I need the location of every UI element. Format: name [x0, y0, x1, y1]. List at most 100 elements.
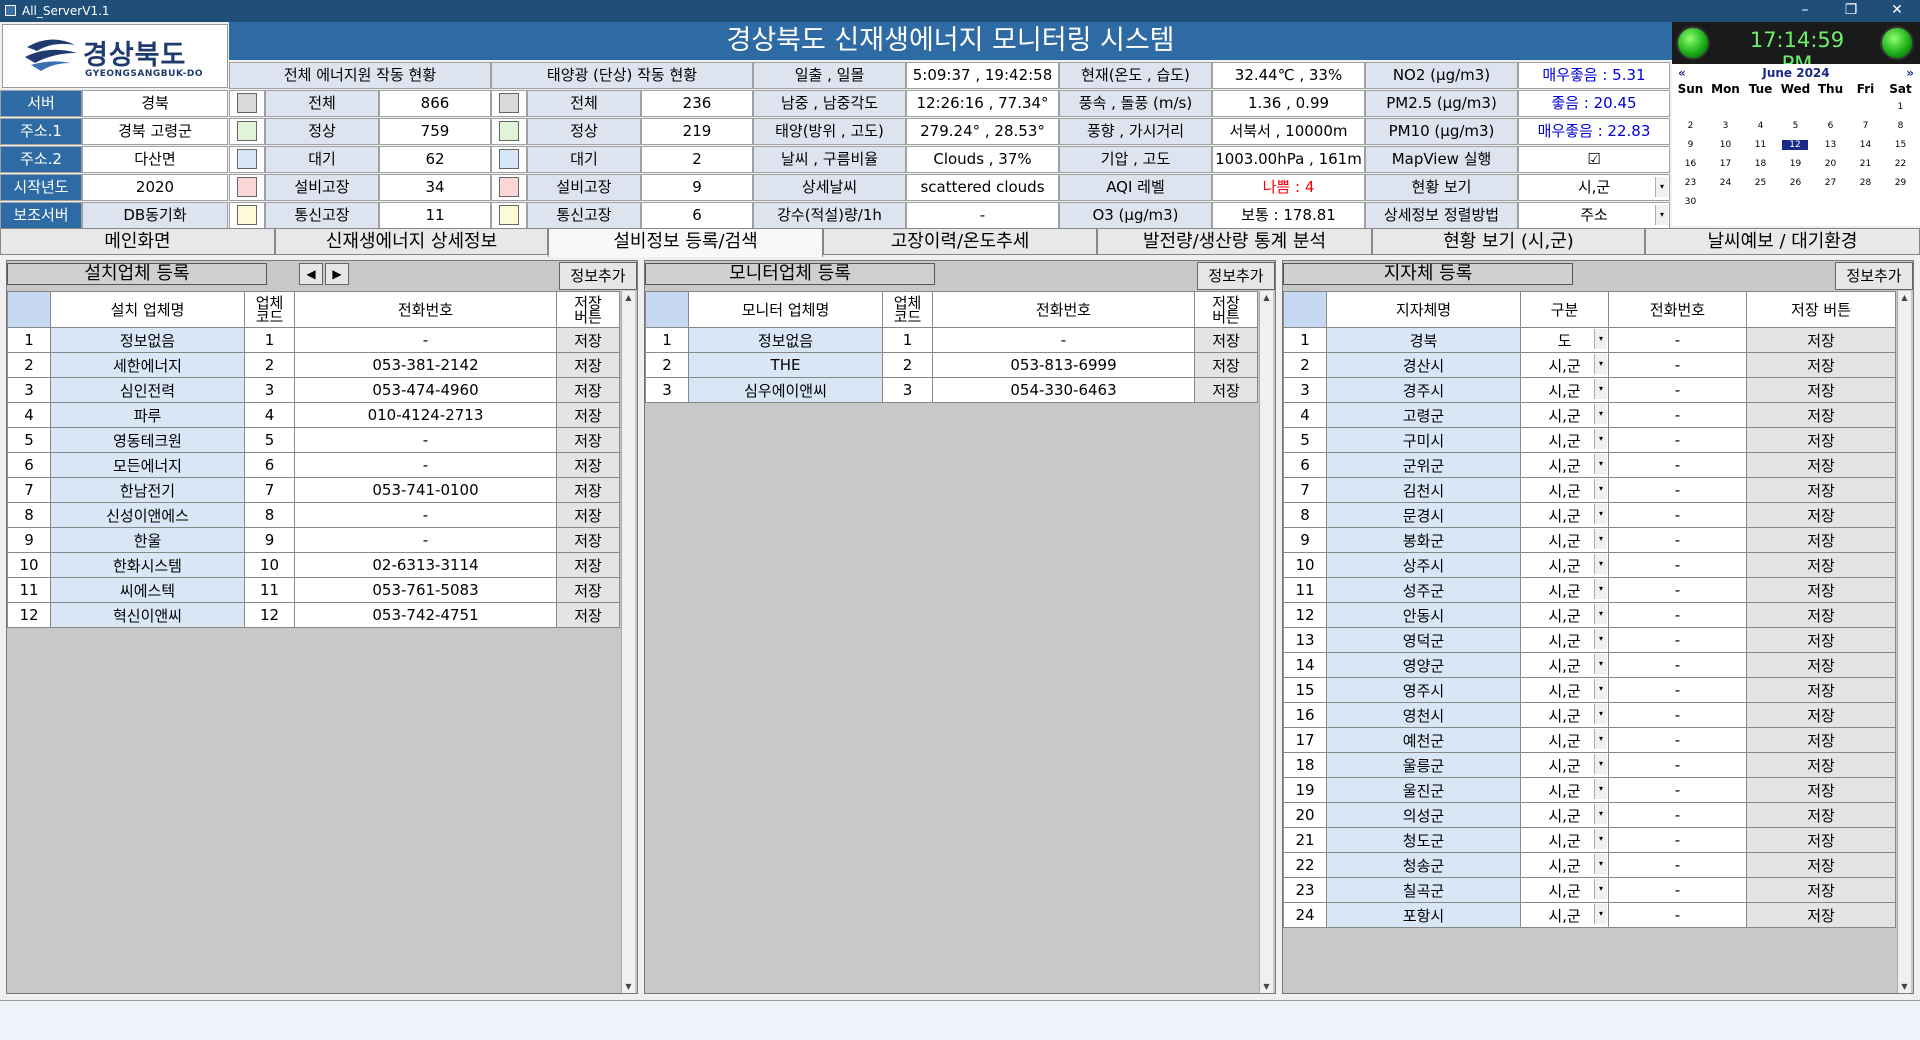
code-cell[interactable]: 3 — [244, 377, 295, 403]
table-row[interactable]: 10 한화시스템 10 02-6313-3114 저장 — [7, 552, 620, 578]
save-button[interactable]: 저장 — [1746, 827, 1896, 853]
sort-method-select[interactable]: 주소 ▾ — [1518, 202, 1670, 229]
save-button[interactable]: 저장 — [1746, 627, 1896, 653]
phone-cell[interactable]: - — [1608, 502, 1747, 528]
phone-cell[interactable]: - — [1608, 552, 1747, 578]
save-button[interactable]: 저장 — [1746, 477, 1896, 503]
dropdown-arrow-icon[interactable]: ▾ — [1594, 729, 1607, 749]
code-cell[interactable]: 5 — [244, 427, 295, 453]
phone-cell[interactable]: - — [1608, 827, 1747, 853]
type-select[interactable]: 시,군 ▾ — [1520, 627, 1609, 653]
type-select[interactable]: 시,군 ▾ — [1520, 502, 1609, 528]
save-button[interactable]: 저장 — [556, 477, 620, 503]
type-select[interactable]: 시,군 ▾ — [1520, 727, 1609, 753]
code-cell[interactable]: 8 — [244, 502, 295, 528]
code-cell[interactable]: 1 — [882, 327, 933, 353]
calendar-day[interactable]: 2 — [1673, 121, 1708, 131]
table-row[interactable]: 2 경산시 시,군 ▾ - 저장 — [1283, 352, 1896, 378]
calendar-day[interactable]: 1 — [1883, 102, 1918, 112]
dropdown-arrow-icon[interactable]: ▾ — [1594, 904, 1607, 924]
type-select[interactable]: 시,군 ▾ — [1520, 752, 1609, 778]
tab-5[interactable]: 발전량/생산량 통계 분석 — [1097, 228, 1372, 255]
name-cell[interactable]: 모든에너지 — [50, 452, 245, 478]
dropdown-arrow-icon[interactable]: ▾ — [1594, 579, 1607, 599]
code-cell[interactable]: 2 — [882, 352, 933, 378]
save-button[interactable]: 저장 — [1746, 352, 1896, 378]
calendar-day[interactable]: 19 — [1778, 159, 1813, 169]
name-cell[interactable]: 성주군 — [1326, 577, 1521, 603]
dropdown-arrow-icon[interactable]: ▾ — [1594, 529, 1607, 549]
table-row[interactable]: 2 THE 2 053-813-6999 저장 — [645, 352, 1258, 378]
dropdown-arrow-icon[interactable]: ▾ — [1594, 404, 1607, 424]
table-row[interactable]: 13 영덕군 시,군 ▾ - 저장 — [1283, 627, 1896, 653]
table-row[interactable]: 18 울릉군 시,군 ▾ - 저장 — [1283, 752, 1896, 778]
save-button[interactable]: 저장 — [1746, 427, 1896, 453]
save-button[interactable]: 저장 — [1746, 852, 1896, 878]
phone-cell[interactable]: - — [1608, 452, 1747, 478]
table-row[interactable]: 1 경북 도 ▾ - 저장 — [1283, 327, 1896, 353]
table-corner[interactable] — [1283, 291, 1327, 328]
code-cell[interactable]: 7 — [244, 477, 295, 503]
type-select[interactable]: 시,군 ▾ — [1520, 852, 1609, 878]
save-button[interactable]: 저장 — [1194, 327, 1258, 353]
save-button[interactable]: 저장 — [556, 452, 620, 478]
phone-cell[interactable]: - — [294, 452, 557, 478]
dropdown-arrow-icon[interactable]: ▾ — [1594, 379, 1607, 399]
calendar-day[interactable]: 9 — [1673, 140, 1708, 150]
type-select[interactable]: 시,군 ▾ — [1520, 777, 1609, 803]
dropdown-arrow-icon[interactable]: ▾ — [1594, 554, 1607, 574]
table-row[interactable]: 3 심우에이앤씨 3 054-330-6463 저장 — [645, 377, 1258, 403]
table-row[interactable]: 16 영천시 시,군 ▾ - 저장 — [1283, 702, 1896, 728]
name-cell[interactable]: 정보없음 — [50, 327, 245, 353]
calendar-day[interactable]: 10 — [1708, 140, 1743, 150]
code-cell[interactable]: 12 — [244, 602, 295, 628]
scroll-down-icon[interactable]: ▼ — [622, 980, 635, 993]
calendar-day[interactable]: 3 — [1708, 121, 1743, 131]
installer-scrollbar[interactable]: ▲ ▼ — [621, 291, 635, 993]
phone-cell[interactable]: - — [1608, 402, 1747, 428]
table-row[interactable]: 2 세한에너지 2 053-381-2142 저장 — [7, 352, 620, 378]
table-row[interactable]: 17 예천군 시,군 ▾ - 저장 — [1283, 727, 1896, 753]
name-cell[interactable]: 경북 — [1326, 327, 1521, 353]
table-row[interactable]: 9 한울 9- 저장 — [7, 527, 620, 553]
calendar-day[interactable]: 30 — [1673, 197, 1708, 207]
type-select[interactable]: 시,군 ▾ — [1520, 652, 1609, 678]
scroll-down-icon[interactable]: ▼ — [1260, 980, 1273, 993]
phone-cell[interactable]: - — [1608, 602, 1747, 628]
name-cell[interactable]: 심우에이앤씨 — [688, 377, 883, 403]
name-cell[interactable]: 포항시 — [1326, 902, 1521, 928]
installer-add-button[interactable]: 정보추가 — [559, 262, 637, 290]
dropdown-arrow-icon[interactable]: ▾ — [1594, 604, 1607, 624]
calendar-day[interactable]: 24 — [1708, 178, 1743, 188]
tab-2[interactable]: 신재생에너지 상세정보 — [275, 228, 548, 255]
calendar-day[interactable]: 4 — [1743, 121, 1778, 131]
table-row[interactable]: 10 상주시 시,군 ▾ - 저장 — [1283, 552, 1896, 578]
name-cell[interactable]: 울릉군 — [1326, 752, 1521, 778]
save-button[interactable]: 저장 — [556, 602, 620, 628]
name-cell[interactable]: 세한에너지 — [50, 352, 245, 378]
phone-cell[interactable]: 053-742-4751 — [294, 602, 557, 628]
name-cell[interactable]: 신성이앤에스 — [50, 502, 245, 528]
save-button[interactable]: 저장 — [1746, 577, 1896, 603]
table-row[interactable]: 1 정보없음 1- 저장 — [7, 327, 620, 353]
table-row[interactable]: 12 안동시 시,군 ▾ - 저장 — [1283, 602, 1896, 628]
dropdown-arrow-icon[interactable]: ▾ — [1594, 354, 1607, 374]
table-row[interactable]: 9 봉화군 시,군 ▾ - 저장 — [1283, 527, 1896, 553]
calendar-day[interactable]: 22 — [1883, 159, 1918, 169]
table-corner[interactable] — [645, 291, 689, 328]
monitor-scrollbar[interactable]: ▲ ▼ — [1259, 291, 1273, 993]
name-cell[interactable]: 경주시 — [1326, 377, 1521, 403]
dropdown-arrow-icon[interactable]: ▾ — [1594, 454, 1607, 474]
table-row[interactable]: 23 칠곡군 시,군 ▾ - 저장 — [1283, 877, 1896, 903]
calendar-day[interactable]: 13 — [1813, 140, 1848, 150]
phone-cell[interactable]: - — [1608, 752, 1747, 778]
name-cell[interactable]: 영동테크원 — [50, 427, 245, 453]
table-row[interactable]: 12 혁신이앤씨 12 053-742-4751 저장 — [7, 602, 620, 628]
code-cell[interactable]: 1 — [244, 327, 295, 353]
phone-cell[interactable]: 053-474-4960 — [294, 377, 557, 403]
name-cell[interactable]: 칠곡군 — [1326, 877, 1521, 903]
calendar-day[interactable]: 17 — [1708, 159, 1743, 169]
save-button[interactable]: 저장 — [1746, 677, 1896, 703]
type-select[interactable]: 시,군 ▾ — [1520, 402, 1609, 428]
code-cell[interactable]: 2 — [244, 352, 295, 378]
